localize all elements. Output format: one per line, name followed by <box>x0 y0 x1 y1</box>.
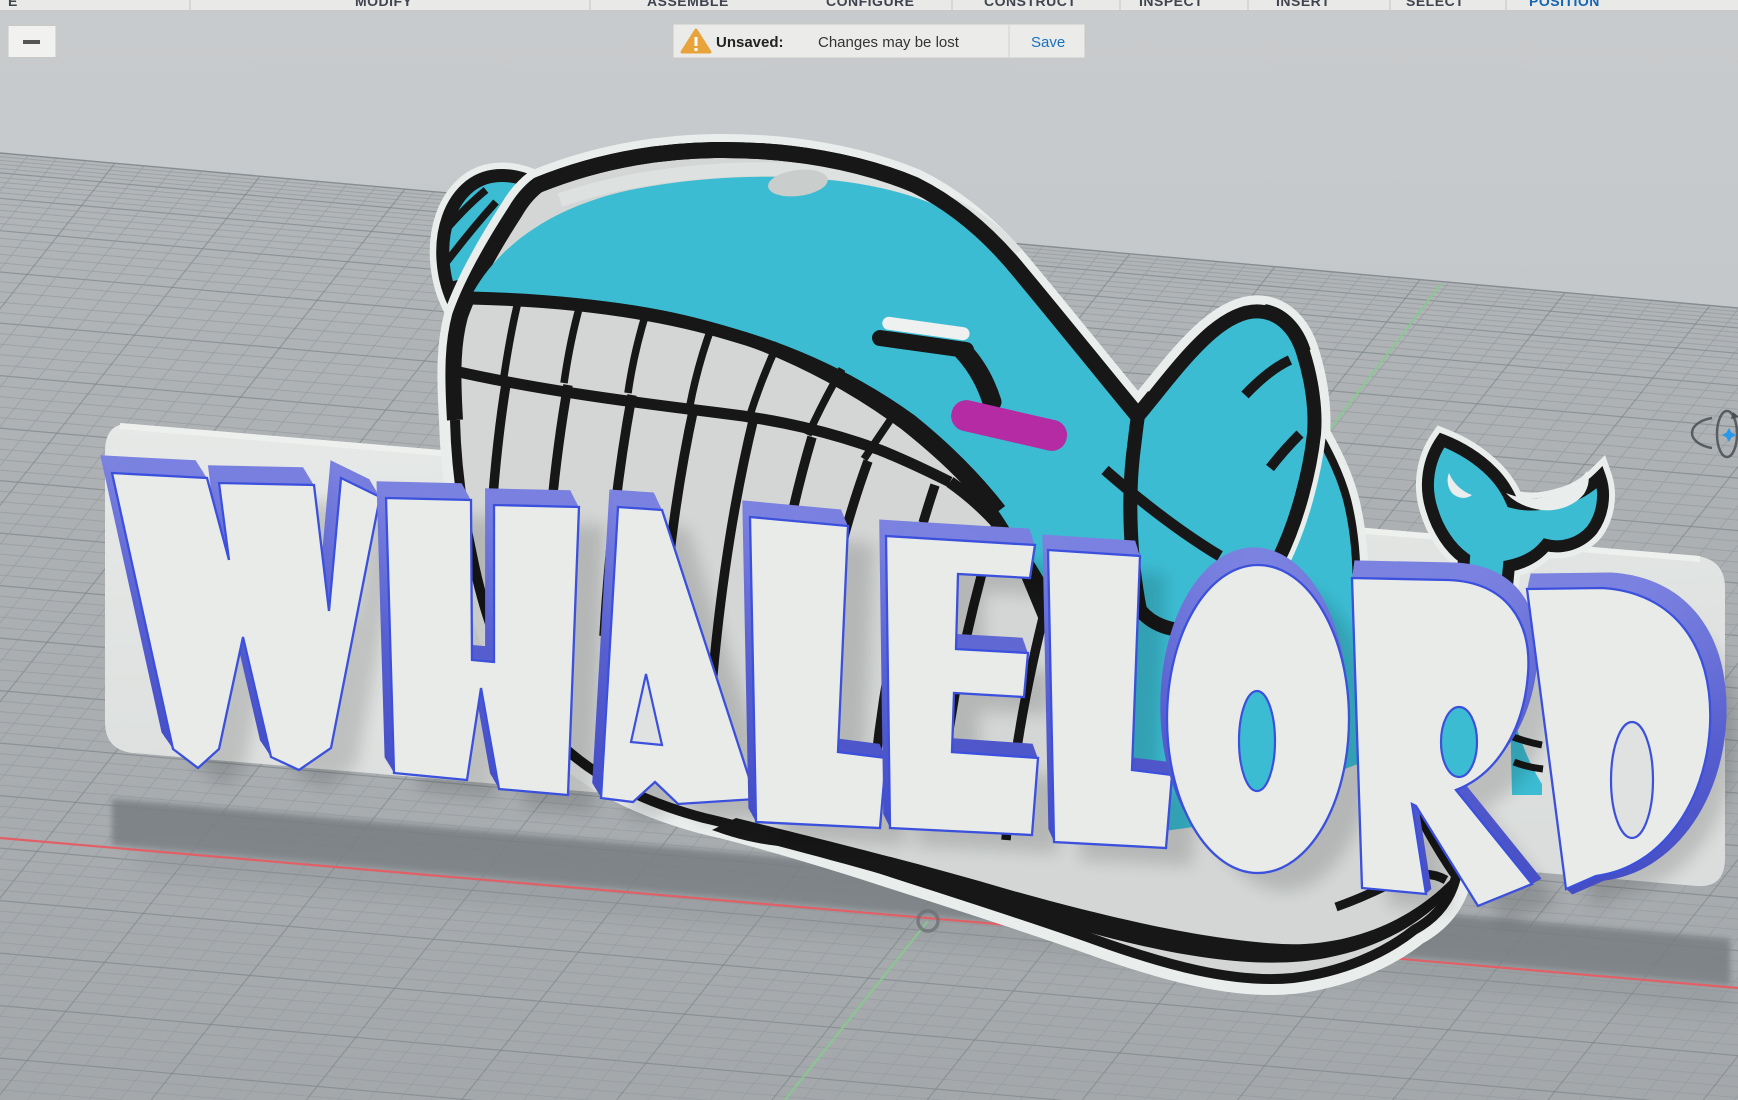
svg-text:POSITION: POSITION <box>1529 0 1600 9</box>
svg-text:Save: Save <box>1031 34 1065 51</box>
svg-text:Changes may be lost: Changes may be lost <box>818 34 960 51</box>
svg-text:MODIFY: MODIFY <box>355 0 413 9</box>
svg-text:CONFIGURE: CONFIGURE <box>826 0 915 9</box>
svg-text:ASSEMBLE: ASSEMBLE <box>647 0 729 9</box>
svg-text:Unsaved:: Unsaved: <box>716 34 784 51</box>
svg-text:SELECT: SELECT <box>1406 0 1464 9</box>
svg-text:CONSTRUCT: CONSTRUCT <box>984 0 1076 9</box>
svg-text:INSERT: INSERT <box>1276 0 1330 9</box>
svg-text:INSPECT: INSPECT <box>1139 0 1203 9</box>
svg-text:E: E <box>8 0 18 9</box>
